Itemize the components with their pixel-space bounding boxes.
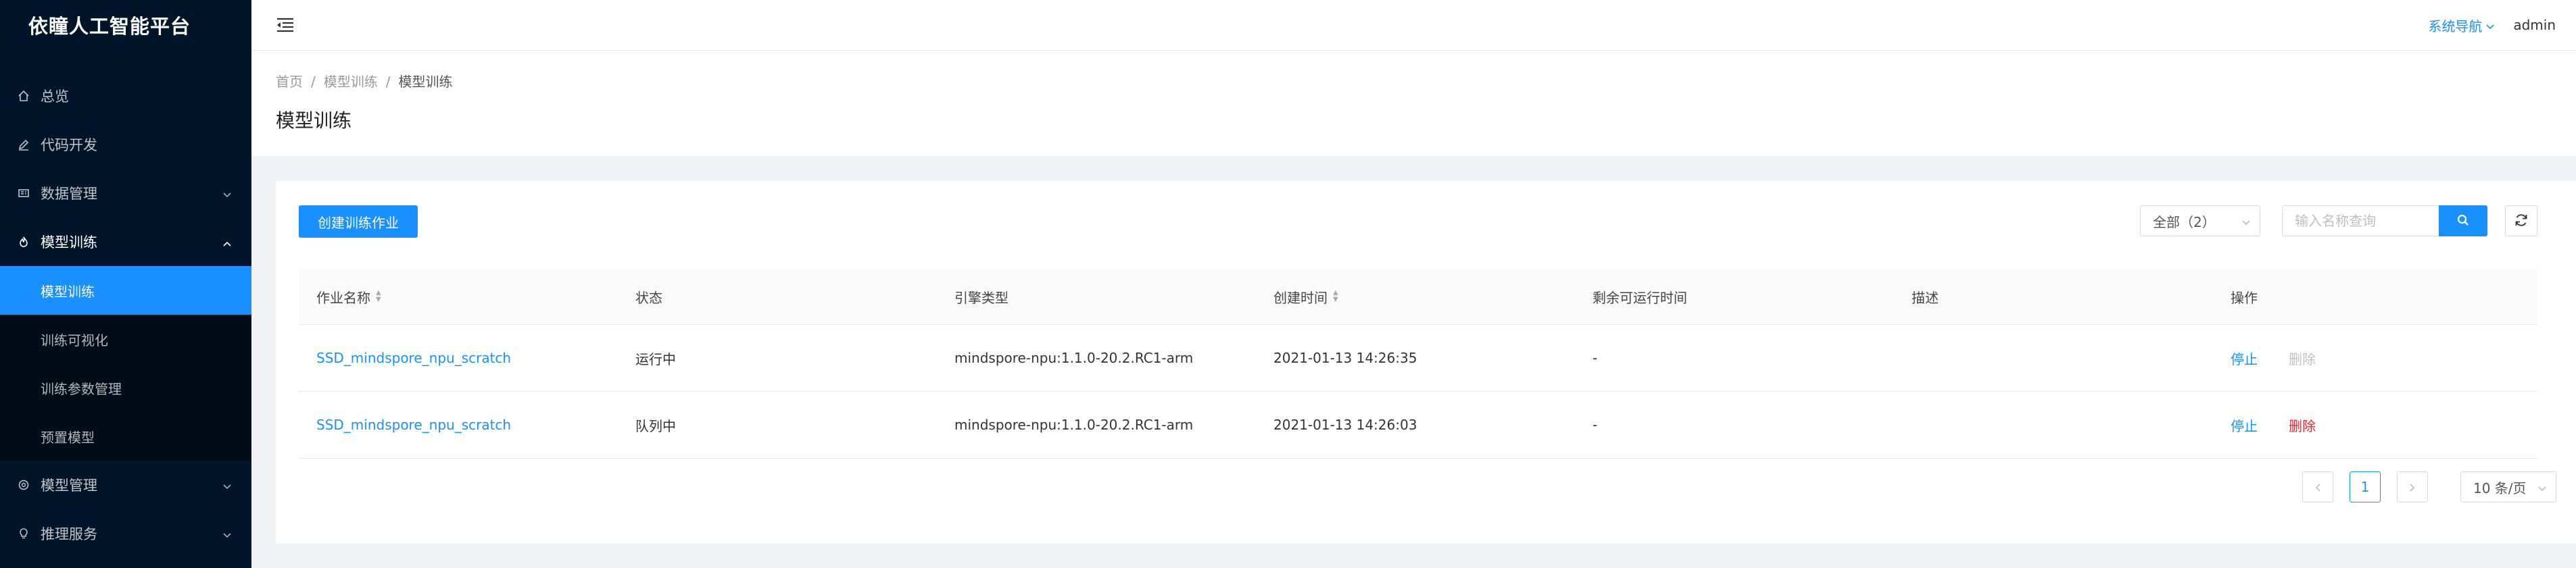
breadcrumb-separator: / <box>311 74 316 90</box>
create-training-job-button[interactable]: 创建训练作业 <box>299 205 418 238</box>
sidebar-subitem-training-params[interactable]: 训练参数管理 <box>0 363 251 412</box>
breadcrumb-home[interactable]: 首页 <box>276 74 303 90</box>
pagination: 1 10 条/页 <box>2302 471 2556 502</box>
home-icon <box>16 88 31 103</box>
chevron-down-icon <box>223 525 231 542</box>
next-page-button[interactable] <box>2397 471 2428 502</box>
column-header-name[interactable]: 作业名称 ▲ ▼ <box>299 287 618 307</box>
column-header-actions: 操作 <box>2231 289 2258 306</box>
top-header: 系统导航 admin <box>251 0 2576 51</box>
sort-icon[interactable]: ▲ ▼ <box>376 290 381 303</box>
stop-button[interactable]: 停止 <box>2231 348 2258 368</box>
sidebar-item-label: 数据管理 <box>41 186 97 202</box>
column-header-engine: 引擎类型 <box>954 289 1008 306</box>
page-number-button[interactable]: 1 <box>2350 471 2381 502</box>
breadcrumb-separator: / <box>385 74 391 90</box>
column-header-remaining: 剩余可运行时间 <box>1593 289 1687 306</box>
flame-icon <box>16 234 31 249</box>
column-header-status: 状态 <box>635 289 662 306</box>
content-card: 创建训练作业 全部（2） 作业名称 ▲▼ 状态 引擎类型 创建时间 ▲▼ <box>276 181 2576 544</box>
header-right: 系统导航 admin <box>2428 0 2556 50</box>
job-status: 队列中 <box>635 417 676 434</box>
column-header-label: 创建时间 <box>1273 289 1328 306</box>
sidebar-subitem-model-training[interactable]: 模型训练 <box>0 266 251 315</box>
job-engine: mindspore-npu:1.1.0-20.2.RC1-arm <box>954 350 1194 366</box>
chevron-left-icon <box>2315 479 2320 495</box>
table-row: SSD_mindspore_npu_scratch 运行中 mindspore-… <box>299 325 2537 392</box>
app-title: 依瞳人工智能平台 <box>28 15 191 38</box>
chevron-right-icon <box>2410 479 2415 495</box>
refresh-icon <box>2514 213 2529 230</box>
chevron-down-icon <box>2538 479 2546 495</box>
bulb-icon <box>16 526 31 541</box>
search-input[interactable] <box>2282 205 2439 236</box>
sidebar-item-model-training[interactable]: 模型训练 <box>0 217 251 266</box>
job-name-link[interactable]: SSD_mindspore_npu_scratch <box>316 417 511 433</box>
breadcrumb-training[interactable]: 模型训练 <box>324 74 378 90</box>
page-size-select[interactable]: 10 条/页 <box>2460 471 2556 502</box>
page-title: 模型训练 <box>276 109 352 132</box>
column-header-created[interactable]: 创建时间 ▲ ▼ <box>1256 287 1575 307</box>
user-name[interactable]: admin <box>2513 17 2556 33</box>
job-created-time: 2021-01-13 14:26:35 <box>1273 350 1417 366</box>
sidebar-item-label: 代码开发 <box>41 137 97 153</box>
sidebar-item-label: 模型训练 <box>41 234 97 251</box>
sidebar-item-inference[interactable]: 推理服务 <box>0 509 251 558</box>
page-size-value: 10 条/页 <box>2473 480 2527 496</box>
column-header-description: 描述 <box>1912 289 1939 306</box>
chevron-up-icon <box>223 234 231 250</box>
sidebar-item-label: 总览 <box>41 88 69 105</box>
sidebar-item-data-management[interactable]: 数据管理 <box>0 169 251 217</box>
page-header: 首页 / 模型训练 / 模型训练 模型训练 <box>251 51 2576 156</box>
column-header-label: 作业名称 <box>316 289 370 306</box>
table-header: 作业名称 ▲ ▼ 状态 引擎类型 创建时间 ▲ ▼ 剩余可运行时间 描述 操作 <box>299 269 2537 325</box>
table-row: SSD_mindspore_npu_scratch 队列中 mindspore-… <box>299 392 2537 459</box>
sidebar-item-model-management[interactable]: 模型管理 <box>0 461 251 509</box>
sidebar-item-code-dev[interactable]: 代码开发 <box>0 120 251 169</box>
job-name-link[interactable]: SSD_mindspore_npu_scratch <box>316 350 511 366</box>
sidebar: 依瞳人工智能平台 总览 代码开发 数据管理 模型训练 模型训练 训练可视化 训练… <box>0 0 251 568</box>
breadcrumb-current: 模型训练 <box>398 74 453 90</box>
chevron-down-icon <box>2486 17 2494 33</box>
stop-button[interactable]: 停止 <box>2231 415 2258 435</box>
refresh-button[interactable] <box>2505 205 2537 236</box>
sidebar-item-label: 推理服务 <box>41 526 97 542</box>
sidebar-subitem-training-visualization[interactable]: 训练可视化 <box>0 315 251 363</box>
sidebar-subitem-preset-models[interactable]: 预置模型 <box>0 412 251 461</box>
training-jobs-table: 作业名称 ▲ ▼ 状态 引擎类型 创建时间 ▲ ▼ 剩余可运行时间 描述 操作 SS… <box>299 269 2537 459</box>
sort-icon[interactable]: ▲ ▼ <box>1333 290 1338 303</box>
menu-fold-icon[interactable] <box>276 16 296 34</box>
job-engine: mindspore-npu:1.1.0-20.2.RC1-arm <box>954 417 1194 433</box>
search-icon <box>2456 213 2470 229</box>
chevron-down-icon <box>2242 213 2250 229</box>
job-remaining-time: - <box>1593 350 1598 366</box>
job-remaining-time: - <box>1593 417 1598 433</box>
sidebar-item-overview[interactable]: 总览 <box>0 72 251 120</box>
delete-button: 删除 <box>2289 351 2316 367</box>
sidebar-menu: 总览 代码开发 数据管理 模型训练 模型训练 训练可视化 训练参数管理 预置模型… <box>0 72 251 558</box>
delete-button[interactable]: 删除 <box>2289 415 2316 435</box>
breadcrumb: 首页 / 模型训练 / 模型训练 <box>276 71 453 91</box>
system-nav-label: 系统导航 <box>2428 18 2483 34</box>
prev-page-button[interactable] <box>2302 471 2333 502</box>
status-filter-value: 全部（2） <box>2153 213 2216 230</box>
database-icon <box>16 186 31 201</box>
job-created-time: 2021-01-13 14:26:03 <box>1273 417 1417 433</box>
job-status: 运行中 <box>635 351 676 367</box>
edit-icon <box>16 137 31 152</box>
training-submenu: 模型训练 训练可视化 训练参数管理 预置模型 <box>0 266 251 461</box>
search-button[interactable] <box>2439 205 2487 236</box>
system-nav-dropdown[interactable]: 系统导航 <box>2428 16 2494 35</box>
status-filter-select[interactable]: 全部（2） <box>2140 205 2260 236</box>
chevron-down-icon <box>223 185 231 201</box>
model-icon <box>16 477 31 492</box>
sidebar-item-label: 模型管理 <box>41 477 97 494</box>
chevron-down-icon <box>223 477 231 493</box>
